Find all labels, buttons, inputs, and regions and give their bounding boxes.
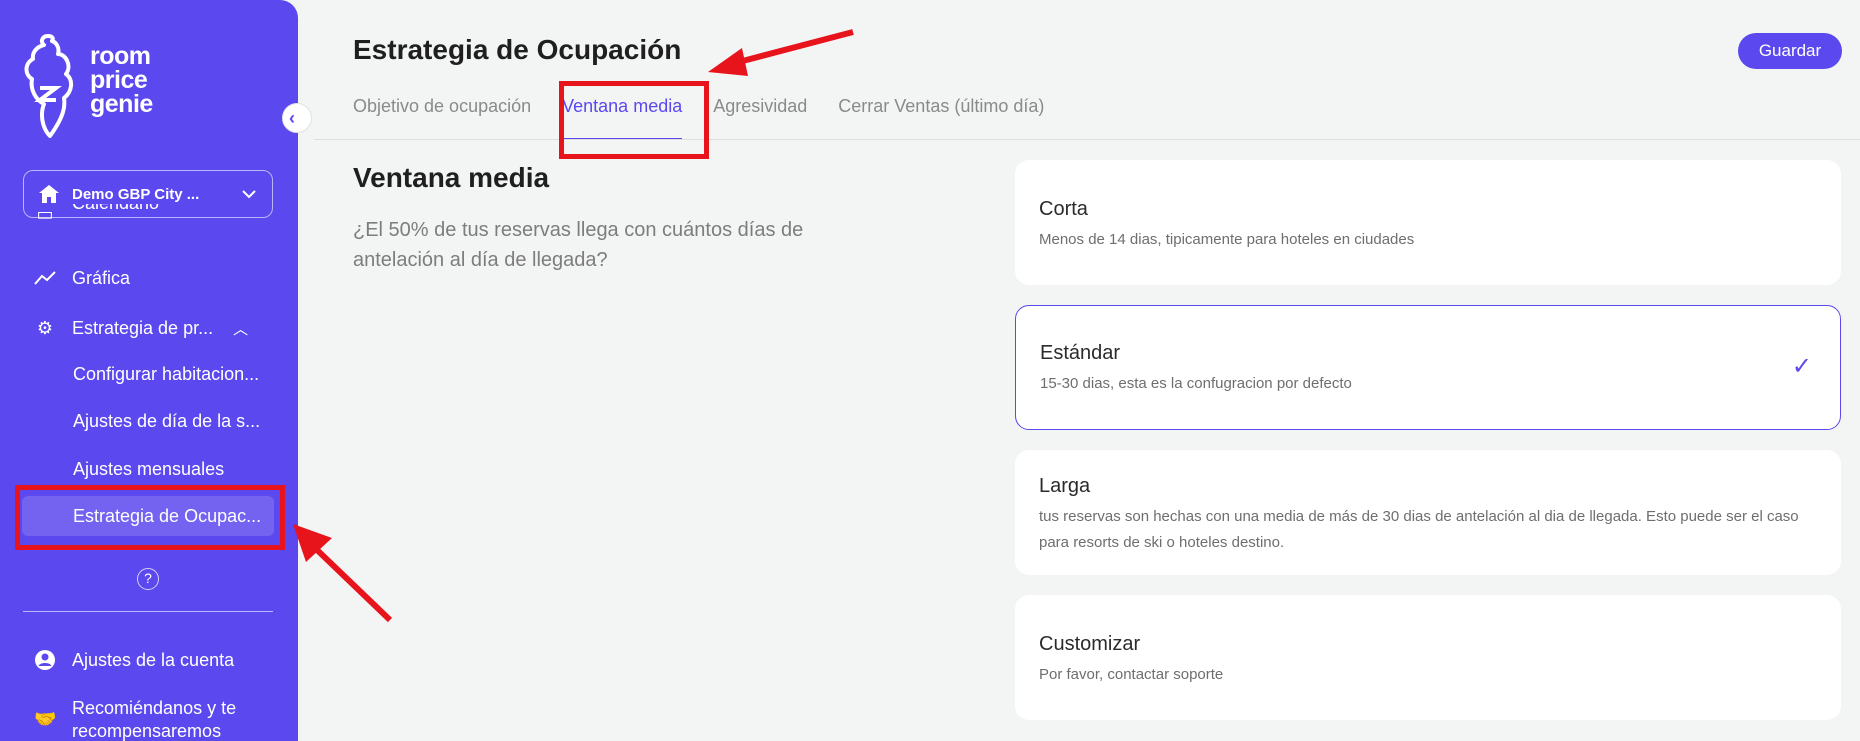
annotation-arrow-sidebar [312,545,393,623]
annotation-arrow-tab [734,29,854,66]
annotation-arrows [293,29,854,623]
app-window: room price genie ▭ Calendario Gráfica ⚙ … [0,0,1860,741]
arrow-head-icon [708,48,748,76]
